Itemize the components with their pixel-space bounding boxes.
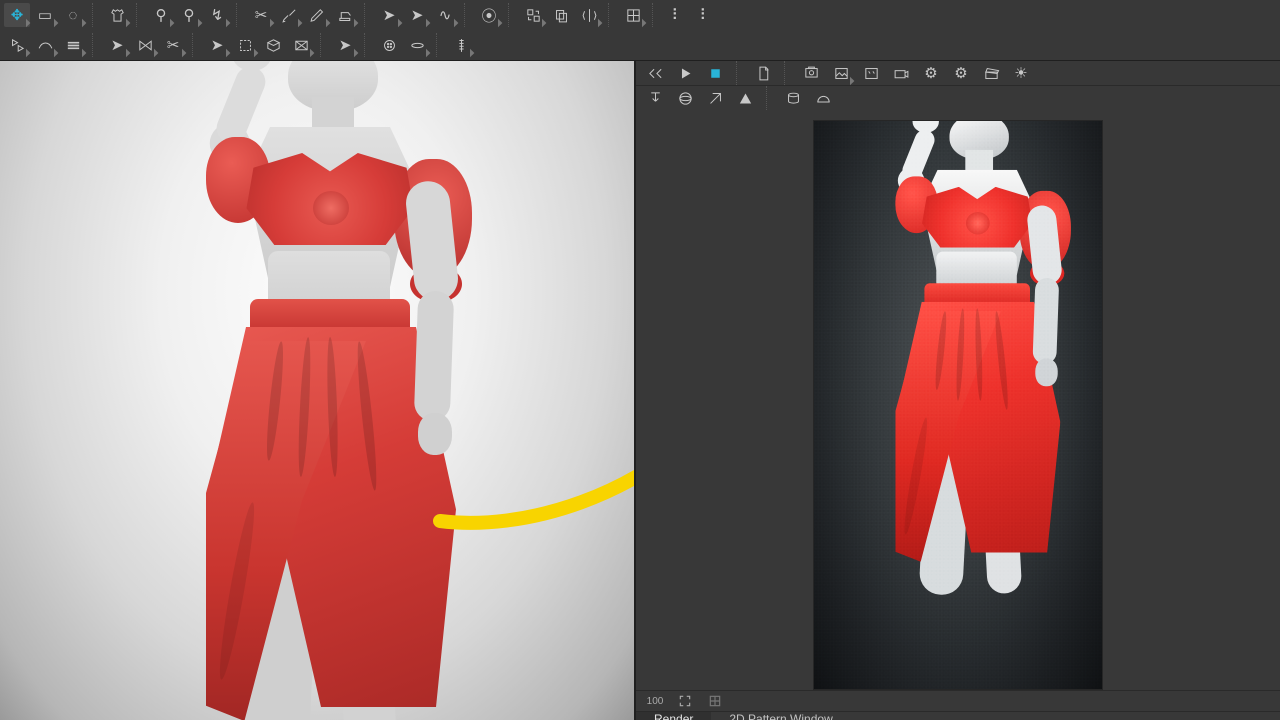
separator <box>766 86 772 110</box>
copy-icon[interactable] <box>548 3 574 27</box>
mesh-select-icon[interactable] <box>260 33 286 57</box>
zoom-value[interactable]: 100 <box>644 691 666 711</box>
zipper-icon[interactable] <box>448 33 474 57</box>
toolbar-row-1: ✥ ▭ ◌ ⚲ ⚲ ↯ ✂ ➤ ➤ ∿ ⦿ <box>0 0 1280 30</box>
render-output <box>813 120 1103 690</box>
move-tool-icon[interactable]: ✥ <box>4 3 30 27</box>
toolbar-row-2: ➤ ✂ ➤ ➤ <box>0 30 1280 60</box>
separator <box>92 33 98 57</box>
camera-icon[interactable] <box>888 61 914 85</box>
lasso-select-icon[interactable]: ◌ <box>60 3 86 27</box>
workspace: ⚙ ⚙ ☀ <box>0 61 1280 720</box>
garment-icon[interactable] <box>104 3 130 27</box>
sphere-icon[interactable] <box>672 86 698 110</box>
tab-2d-pattern[interactable]: 2D Pattern Window <box>711 712 850 720</box>
separator <box>508 3 514 27</box>
step-back-icon[interactable] <box>642 61 668 85</box>
image-fx-icon[interactable] <box>858 61 884 85</box>
render-pane: ⚙ ⚙ ☀ <box>636 61 1280 720</box>
thickness-icon[interactable] <box>60 33 86 57</box>
cursor-3d-icon[interactable]: ↯ <box>204 3 230 27</box>
3d-viewport[interactable] <box>0 61 636 720</box>
render-region-icon[interactable] <box>702 61 728 85</box>
more-2-icon[interactable]: ⠇ <box>692 3 718 27</box>
marquee-icon[interactable] <box>232 33 258 57</box>
separator <box>136 3 142 27</box>
render-canvas[interactable] <box>636 110 1280 690</box>
image-icon[interactable] <box>828 61 854 85</box>
render-toolbar-row-2 <box>636 86 1280 110</box>
cylinder-icon[interactable] <box>780 86 806 110</box>
render-tabs: Render 2D Pattern Window <box>636 711 1280 720</box>
gear-2-icon[interactable]: ⚙ <box>948 61 974 85</box>
mirror-h-icon[interactable] <box>576 3 602 27</box>
grid-toggle-icon[interactable] <box>704 691 726 711</box>
save-image-icon[interactable] <box>798 61 824 85</box>
zoom-label: 100 <box>647 696 664 707</box>
separator <box>784 61 790 85</box>
move-down-icon[interactable] <box>642 86 668 110</box>
render-zoom-bar: 100 <box>636 690 1280 711</box>
render-toolbar-row-1: ⚙ ⚙ ☀ <box>636 61 1280 86</box>
grid-icon[interactable] <box>620 3 646 27</box>
button-icon[interactable] <box>376 33 402 57</box>
cursor-c-icon[interactable]: ➤ <box>332 33 358 57</box>
play-icon[interactable] <box>672 61 698 85</box>
cut-icon[interactable]: ✂ <box>160 33 186 57</box>
avatar-render <box>832 120 1103 575</box>
fold-icon[interactable] <box>132 33 158 57</box>
separator <box>236 3 242 27</box>
select-tool-icon[interactable]: ▭ <box>32 3 58 27</box>
clapper-icon[interactable] <box>978 61 1004 85</box>
avatar-3d <box>110 61 520 720</box>
sew-icon[interactable]: ✂ <box>248 3 274 27</box>
sun-icon[interactable]: ☀ <box>1008 61 1034 85</box>
pointer-b-icon[interactable]: ➤ <box>204 33 230 57</box>
tack-icon[interactable]: ⦿ <box>476 3 502 27</box>
separator <box>364 3 370 27</box>
pointer-edit-icon[interactable]: ➤ <box>404 3 430 27</box>
separator <box>92 3 98 27</box>
separator <box>320 33 326 57</box>
separator <box>364 33 370 57</box>
separator <box>736 61 742 85</box>
separator <box>464 3 470 27</box>
pointer-icon[interactable]: ➤ <box>376 3 402 27</box>
triangle-icon[interactable] <box>732 86 758 110</box>
separator <box>608 3 614 27</box>
sew-machine-icon[interactable] <box>332 3 358 27</box>
texture-icon[interactable] <box>288 33 314 57</box>
top-toolbars: ✥ ▭ ◌ ⚲ ⚲ ↯ ✂ ➤ ➤ ∿ ⦿ <box>0 0 1280 61</box>
pin-add-icon[interactable]: ⚲ <box>148 3 174 27</box>
line-through-icon[interactable] <box>702 86 728 110</box>
simulate-icon[interactable] <box>4 33 30 57</box>
arrange-icon[interactable] <box>520 3 546 27</box>
buttonhole-icon[interactable] <box>404 33 430 57</box>
pin-edit-icon[interactable]: ⚲ <box>176 3 202 27</box>
dome-icon[interactable] <box>810 86 836 110</box>
fit-screen-icon[interactable] <box>674 691 696 711</box>
separator <box>192 33 198 57</box>
more-1-icon[interactable]: ⠇ <box>664 3 690 27</box>
gear-icon[interactable]: ⚙ <box>918 61 944 85</box>
sew-edit-icon[interactable] <box>276 3 302 27</box>
select-mode-icon[interactable]: ➤ <box>104 33 130 57</box>
edit-sew-icon[interactable] <box>304 3 330 27</box>
tab-render[interactable]: Render <box>636 712 711 720</box>
separator <box>652 3 658 27</box>
smooth-icon[interactable] <box>32 33 58 57</box>
page-icon[interactable] <box>750 61 776 85</box>
separator <box>436 33 442 57</box>
pointer-curve-icon[interactable]: ∿ <box>432 3 458 27</box>
